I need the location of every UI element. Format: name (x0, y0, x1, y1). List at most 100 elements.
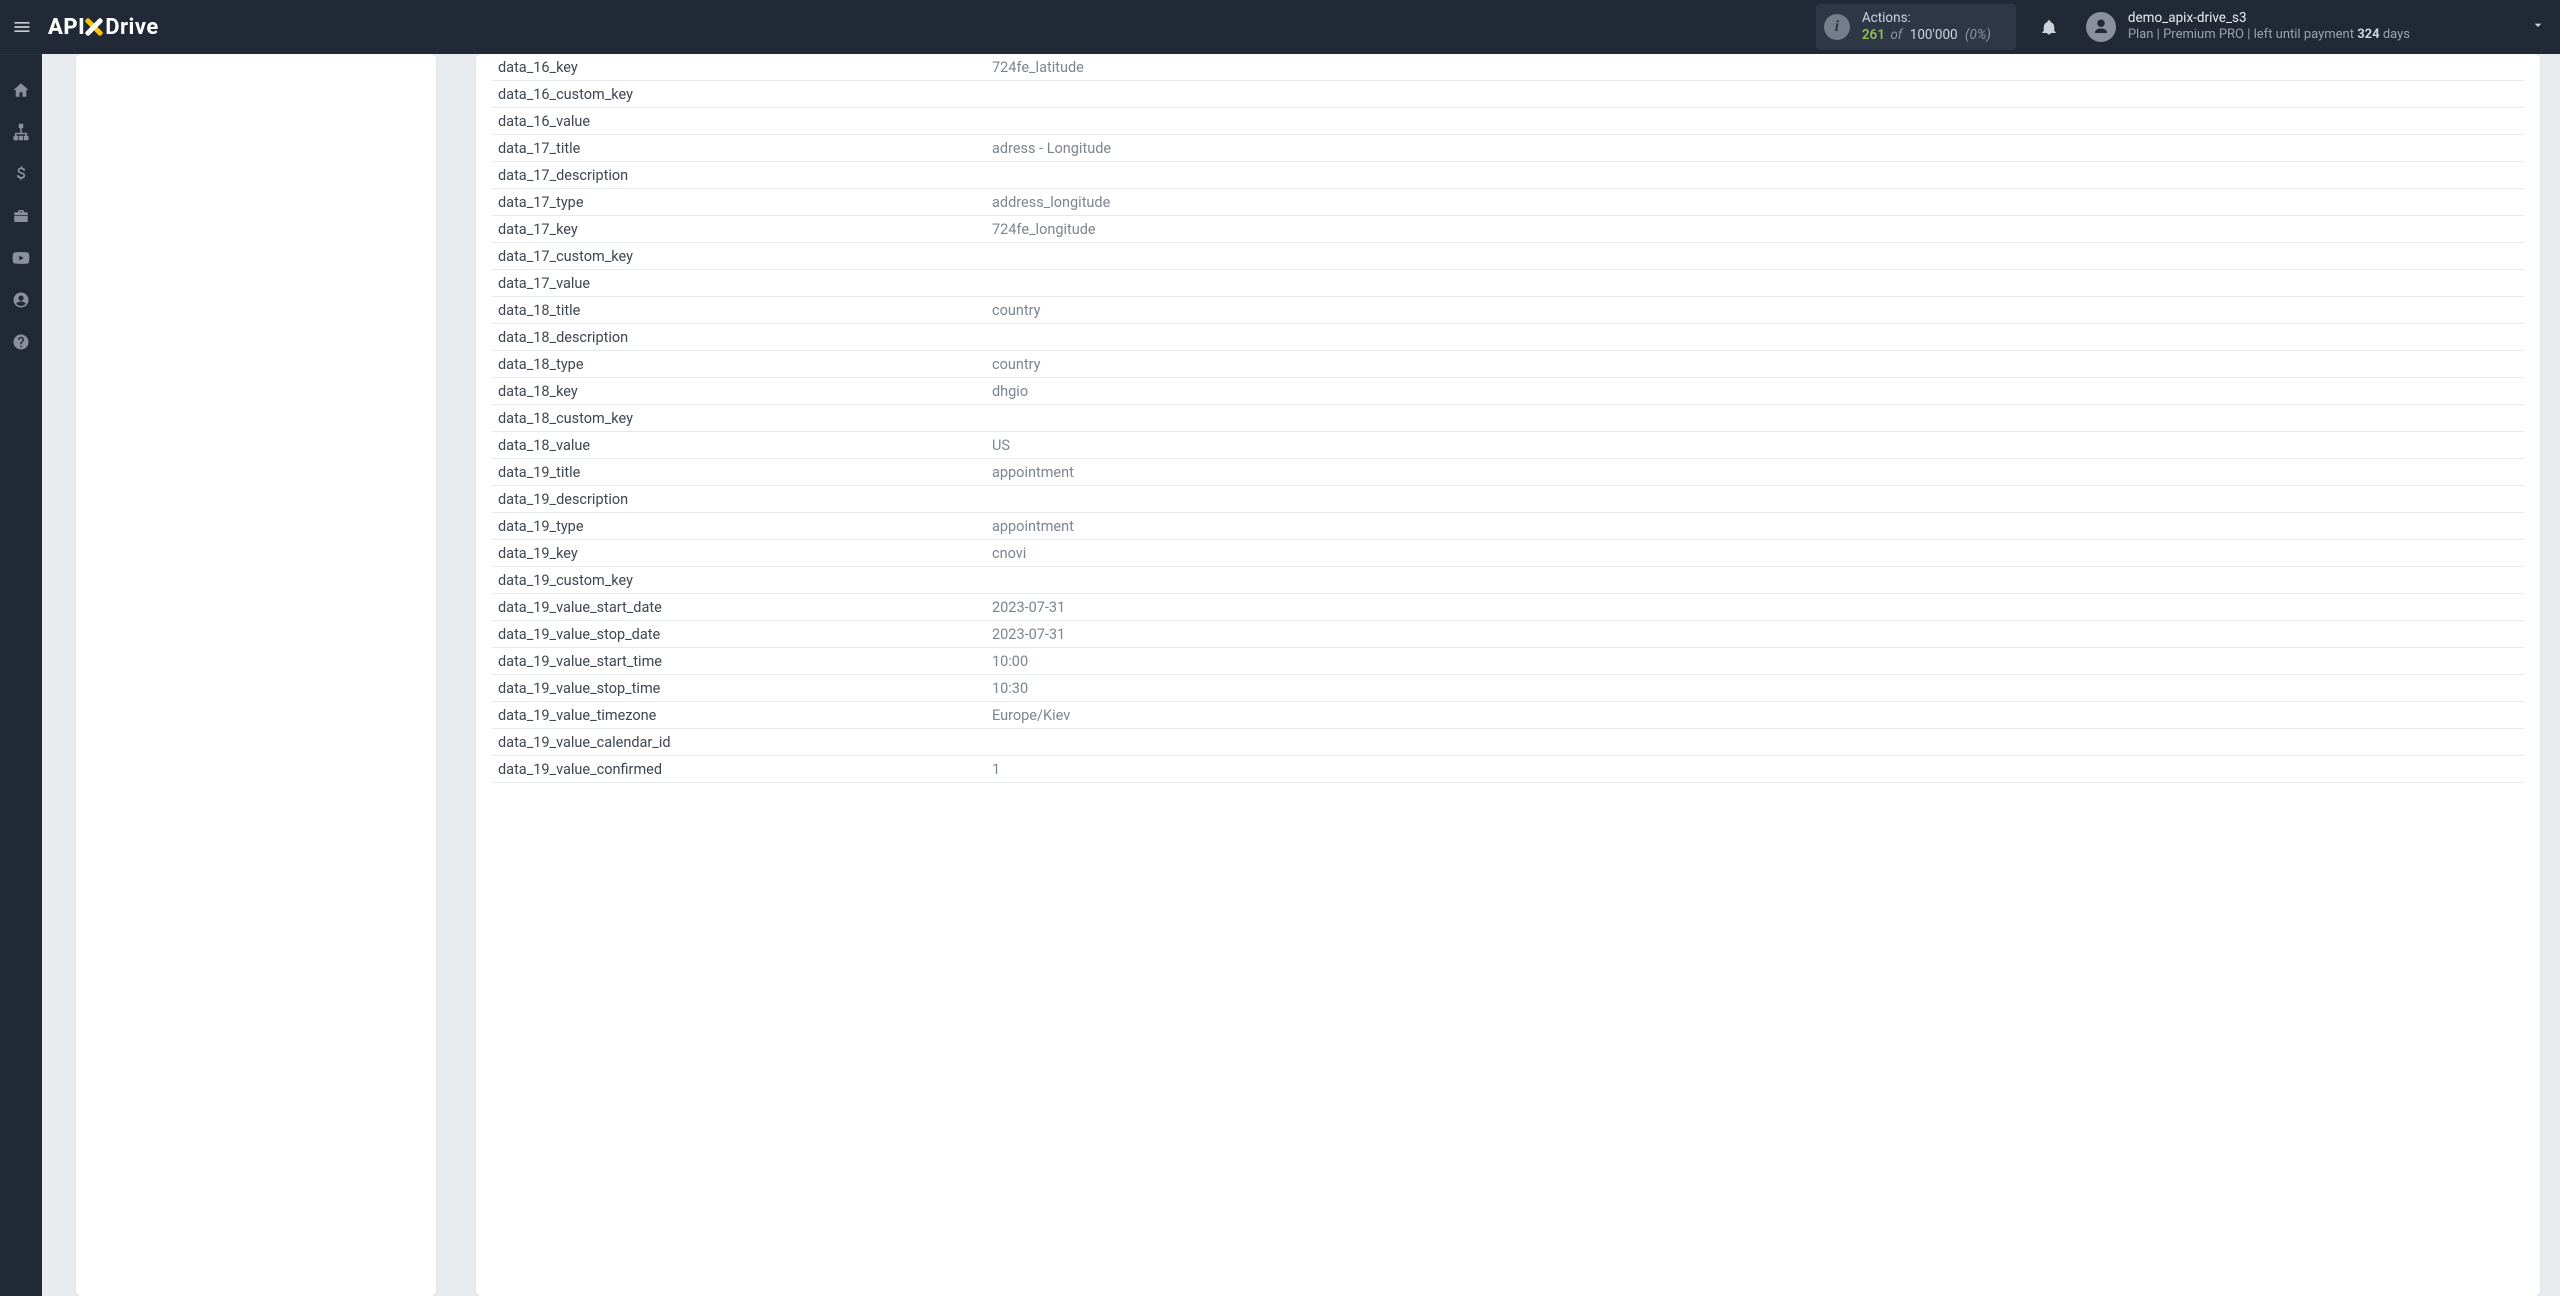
logo-x-icon (83, 16, 105, 38)
row-value: Europe/Kiev (992, 707, 2524, 724)
table-row: data_19_value_start_time10:00 (492, 648, 2524, 675)
row-value: cnovi (992, 545, 2524, 562)
row-key: data_16_value (492, 113, 992, 130)
row-value: 2023-07-31 (992, 599, 2524, 616)
row-key: data_19_value_start_date (492, 599, 992, 616)
table-row: data_19_titleappointment (492, 459, 2524, 486)
home-icon (12, 81, 30, 99)
table-row: data_19_value_confirmed1 (492, 756, 2524, 783)
row-key: data_19_custom_key (492, 572, 992, 589)
table-row: data_18_titlecountry (492, 297, 2524, 324)
row-key: data_19_title (492, 464, 992, 481)
table-row: data_19_typeappointment (492, 513, 2524, 540)
row-key: data_17_type (492, 194, 992, 211)
table-row: data_18_valueUS (492, 432, 2524, 459)
table-row: data_17_typeaddress_longitude (492, 189, 2524, 216)
row-key: data_19_value_calendar_id (492, 734, 992, 751)
row-value: 724fe_latitude (992, 59, 2524, 76)
table-row: data_18_typecountry (492, 351, 2524, 378)
table-row: data_16_custom_key (492, 81, 2524, 108)
row-value: address_longitude (992, 194, 2524, 211)
nav-billing[interactable] (0, 153, 42, 195)
row-key: data_19_description (492, 491, 992, 508)
app-header: API Drive i Actions: 261 of 100'000 (0%) (0, 0, 2560, 54)
actions-of: of (1890, 27, 1902, 43)
row-key: data_17_description (492, 167, 992, 184)
row-key: data_18_custom_key (492, 410, 992, 427)
user-circle-icon (12, 291, 30, 309)
plan-line: Plan | Premium PRO | left until payment … (2128, 27, 2410, 43)
table-row: data_19_value_stop_time10:30 (492, 675, 2524, 702)
row-key: data_18_title (492, 302, 992, 319)
row-key: data_16_key (492, 59, 992, 76)
table-row: data_19_value_calendar_id (492, 729, 2524, 756)
notifications-button[interactable] (2038, 18, 2060, 36)
nav-home[interactable] (0, 69, 42, 111)
row-value: country (992, 302, 2524, 319)
row-value: appointment (992, 464, 2524, 481)
avatar (2086, 12, 2116, 42)
row-key: data_19_type (492, 518, 992, 535)
actions-count: 261 (1862, 27, 1885, 43)
dollar-icon (16, 165, 26, 183)
table-row: data_17_value (492, 270, 2524, 297)
table-row: data_19_custom_key (492, 567, 2524, 594)
row-key: data_18_value (492, 437, 992, 454)
actions-counter[interactable]: i Actions: 261 of 100'000 (0%) (1816, 4, 2016, 50)
sidebar (0, 54, 42, 1296)
row-key: data_18_key (492, 383, 992, 400)
table-row: data_19_value_stop_date2023-07-31 (492, 621, 2524, 648)
row-value: adress - Longitude (992, 140, 2524, 157)
table-row: data_19_keycnovi (492, 540, 2524, 567)
table-row: data_19_value_timezoneEurope/Kiev (492, 702, 2524, 729)
row-value: 10:30 (992, 680, 2524, 697)
logo-text-drive: Drive (105, 15, 159, 40)
row-key: data_17_title (492, 140, 992, 157)
app-logo: API Drive (48, 15, 159, 40)
user-menu[interactable]: demo_apix-drive_s3 Plan | Premium PRO | … (2086, 10, 2546, 43)
row-key: data_19_key (492, 545, 992, 562)
nav-help[interactable] (0, 321, 42, 363)
row-key: data_19_value_timezone (492, 707, 992, 724)
row-value: 10:00 (992, 653, 2524, 670)
data-table-panel: data_16_key724fe_latitudedata_16_custom_… (476, 54, 2540, 1296)
table-row: data_18_keydhgio (492, 378, 2524, 405)
table-row: data_18_description (492, 324, 2524, 351)
page-content: data_16_key724fe_latitudedata_16_custom_… (42, 54, 2560, 1296)
nav-account[interactable] (0, 279, 42, 321)
username: demo_apix-drive_s3 (2128, 10, 2410, 27)
row-value: dhgio (992, 383, 2524, 400)
row-key: data_18_type (492, 356, 992, 373)
row-key: data_19_value_stop_date (492, 626, 992, 643)
table-row: data_17_titleadress - Longitude (492, 135, 2524, 162)
nav-connections[interactable] (0, 111, 42, 153)
hamburger-icon (12, 17, 32, 37)
table-row: data_17_description (492, 162, 2524, 189)
user-icon (2092, 18, 2110, 36)
row-key: data_17_custom_key (492, 248, 992, 265)
chevron-down-icon (2530, 17, 2546, 33)
row-key: data_16_custom_key (492, 86, 992, 103)
logo-text-api: API (48, 15, 85, 40)
nav-tools[interactable] (0, 195, 42, 237)
row-value: appointment (992, 518, 2524, 535)
user-menu-toggle[interactable] (2530, 17, 2546, 37)
actions-pct: (0%) (1965, 27, 1991, 43)
row-value: US (992, 437, 2524, 454)
table-row: data_17_custom_key (492, 243, 2524, 270)
row-value: 724fe_longitude (992, 221, 2524, 238)
table-row: data_17_key724fe_longitude (492, 216, 2524, 243)
table-row: data_19_description (492, 486, 2524, 513)
row-value: 2023-07-31 (992, 626, 2524, 643)
table-row: data_16_key724fe_latitude (492, 54, 2524, 81)
briefcase-icon (12, 207, 30, 225)
actions-total: 100'000 (1910, 27, 1958, 43)
nav-videos[interactable] (0, 237, 42, 279)
hamburger-menu-button[interactable] (10, 15, 34, 39)
left-panel (76, 54, 436, 1296)
row-value: country (992, 356, 2524, 373)
table-row: data_16_value (492, 108, 2524, 135)
actions-label: Actions: (1862, 10, 1991, 27)
row-key: data_19_value_stop_time (492, 680, 992, 697)
bell-icon (2040, 18, 2058, 36)
